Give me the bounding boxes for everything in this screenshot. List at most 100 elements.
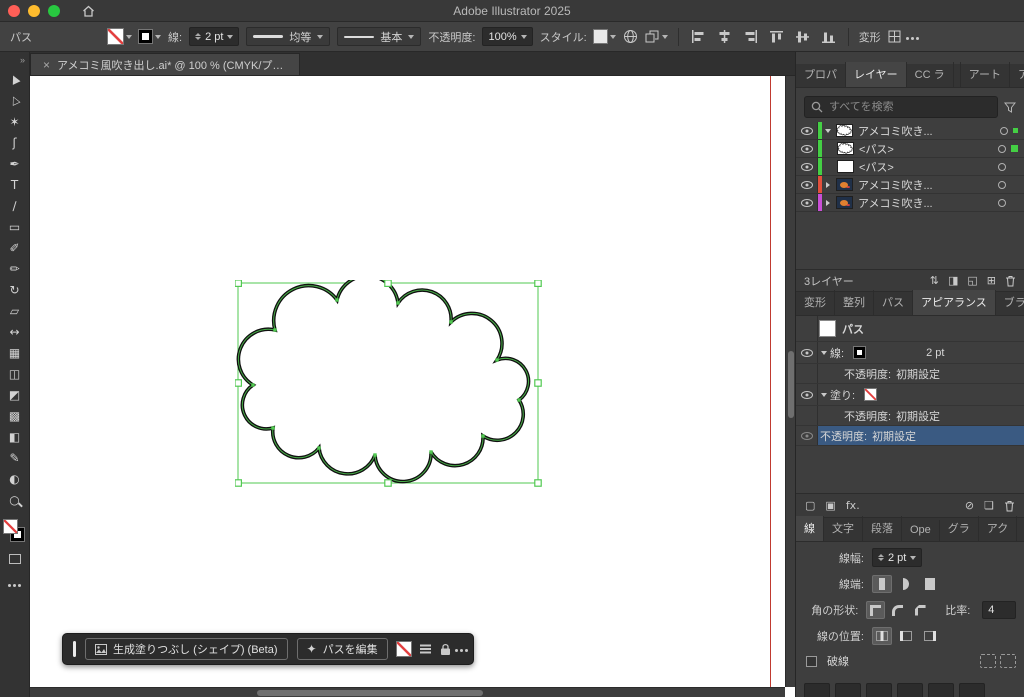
add-effect-icon[interactable]: fx. <box>846 500 860 511</box>
tab-layers[interactable]: レイヤー <box>846 62 907 87</box>
width-tool[interactable]: ↔ <box>3 321 27 342</box>
more-options-icon[interactable] <box>910 31 914 43</box>
visibility-eye-icon[interactable] <box>796 194 818 211</box>
miter-limit-input[interactable]: 4 <box>982 601 1017 619</box>
tab-properties[interactable]: プロパ <box>796 62 846 87</box>
tab-links[interactable]: リン <box>1017 516 1024 541</box>
search-input[interactable] <box>829 101 991 113</box>
eyedropper-tool[interactable]: ✎ <box>3 447 27 468</box>
delete-layer-icon[interactable] <box>1005 275 1016 287</box>
fill-none-swatch[interactable] <box>865 389 877 400</box>
delete-item-icon[interactable] <box>1004 500 1015 512</box>
mesh-tool[interactable]: ▩ <box>3 405 27 426</box>
round-join-button[interactable] <box>889 601 907 619</box>
align-stroke-outside-button[interactable] <box>920 627 940 645</box>
home-icon[interactable] <box>82 5 95 17</box>
bevel-join-button[interactable] <box>911 601 929 619</box>
gap-input[interactable] <box>835 683 861 697</box>
menu-icon[interactable] <box>419 648 431 650</box>
stepper-icon[interactable] <box>195 33 202 40</box>
chevron-down-icon[interactable] <box>822 128 834 133</box>
gap-input[interactable] <box>959 683 985 697</box>
align-top-button[interactable] <box>767 27 786 46</box>
fill-indicator-swatch[interactable] <box>3 520 17 533</box>
horizontal-scrollbar[interactable] <box>30 687 785 697</box>
close-window-button[interactable] <box>8 4 20 17</box>
layer-row[interactable]: <パス> <box>796 158 1024 176</box>
chevron-right-icon[interactable] <box>822 199 834 206</box>
layer-row[interactable]: アメコミ吹き... <box>796 122 1024 140</box>
tab-transform[interactable]: 変形 <box>796 290 835 315</box>
fill-color-control[interactable] <box>108 29 132 44</box>
gradient-tool[interactable]: ◧ <box>3 426 27 447</box>
new-layer-icon[interactable]: ⊞ <box>987 275 996 286</box>
line-segment-tool[interactable]: ∕ <box>3 195 27 216</box>
stroke-profile-dropdown[interactable]: 均等 <box>246 27 331 46</box>
tab-cc-libraries[interactable]: CC ラ <box>907 62 954 87</box>
tab-gradient[interactable]: グラ <box>940 516 979 541</box>
dash-input[interactable] <box>866 683 892 697</box>
align-stroke-center-button[interactable] <box>872 627 892 645</box>
chevron-down-icon[interactable] <box>818 350 830 355</box>
miter-join-button[interactable] <box>866 601 885 619</box>
paintbrush-tool[interactable]: ✐ <box>3 237 27 258</box>
align-middle-button[interactable] <box>793 27 812 46</box>
edit-toolbar-icon[interactable] <box>13 578 16 590</box>
tab-brushes[interactable]: ブラシ <box>996 290 1024 315</box>
butt-cap-button[interactable] <box>872 575 892 593</box>
globe-icon[interactable] <box>623 29 638 44</box>
chevron-down-icon[interactable] <box>818 392 830 397</box>
target-circle[interactable] <box>998 198 1006 207</box>
selection-tool[interactable]: ▶ <box>3 69 27 90</box>
style-dropdown[interactable] <box>593 30 616 43</box>
canvas[interactable]: 生成塗りつぶし (シェイプ) (Beta) ✦ パスを編集 <box>30 76 795 697</box>
tab-assets[interactable]: アセッ <box>1010 62 1024 87</box>
align-dash-button[interactable] <box>1000 654 1016 668</box>
speech-bubble-cloud-shape[interactable] <box>235 280 543 488</box>
edit-path-button[interactable]: ✦ パスを編集 <box>296 638 388 660</box>
layer-name[interactable]: <パス> <box>859 159 993 175</box>
appearance-fill-row[interactable]: 塗り: <box>796 384 1024 406</box>
selected-appearance-row[interactable]: 不透明度: 初期設定 <box>818 426 1024 445</box>
stroke-width-input[interactable]: 2 pt <box>872 548 923 567</box>
stroke-color-control[interactable] <box>139 30 161 43</box>
chevron-right-icon[interactable] <box>822 181 834 188</box>
align-right-button[interactable] <box>741 27 760 46</box>
add-fill-icon[interactable]: ▣ <box>825 500 835 511</box>
pen-tool[interactable]: ✒ <box>3 153 27 174</box>
layer-name[interactable]: アメコミ吹き... <box>858 177 993 193</box>
make-clip-mask-icon[interactable]: ◨ <box>948 275 958 286</box>
stroke-color-swatch[interactable] <box>854 347 866 358</box>
layer-name[interactable]: <パス> <box>859 141 993 157</box>
fill-stroke-indicator[interactable] <box>3 520 27 544</box>
rotate-tool[interactable]: ↻ <box>3 279 27 300</box>
visibility-eye-icon[interactable] <box>796 176 818 193</box>
gap-input[interactable] <box>897 683 923 697</box>
tab-paragraph[interactable]: 段落 <box>863 516 902 541</box>
document-tab[interactable]: × アメコミ風吹き出し.ai* @ 100 % (CMYK/プレビュー) <box>30 53 300 75</box>
dash-input[interactable] <box>928 683 954 697</box>
arrange-control[interactable] <box>645 30 668 43</box>
dashed-line-checkbox[interactable] <box>806 655 817 667</box>
align-stroke-inside-button[interactable] <box>896 627 916 645</box>
close-tab-icon[interactable]: × <box>43 58 50 72</box>
opacity-input[interactable]: 100% <box>482 27 533 46</box>
tab-artboards[interactable]: アート <box>959 62 1010 87</box>
expand-tools-icon[interactable]: » <box>20 55 25 65</box>
target-circle[interactable] <box>998 144 1006 153</box>
brush-definition-dropdown[interactable]: 基本 <box>337 27 422 46</box>
transform-options-icon[interactable] <box>888 30 902 43</box>
drag-handle[interactable] <box>73 641 76 657</box>
layer-row[interactable]: アメコミ吹き... <box>796 176 1024 194</box>
appearance-fill-opacity-row[interactable]: 不透明度: 初期設定 <box>796 406 1024 426</box>
layers-search[interactable] <box>804 96 998 118</box>
zoom-tool[interactable]: ○ <box>3 489 27 510</box>
pencil-tool[interactable]: ✏ <box>3 258 27 279</box>
visibility-eye-icon[interactable] <box>796 426 818 445</box>
round-cap-button[interactable] <box>896 575 916 593</box>
appearance-stroke-row[interactable]: 線: 2 pt <box>796 342 1024 364</box>
rectangle-tool[interactable]: ▭ <box>3 216 27 237</box>
direct-selection-tool[interactable]: ▷ <box>3 90 27 111</box>
layer-row[interactable]: <パス> <box>796 140 1024 158</box>
visibility-eye-icon[interactable] <box>796 342 818 363</box>
